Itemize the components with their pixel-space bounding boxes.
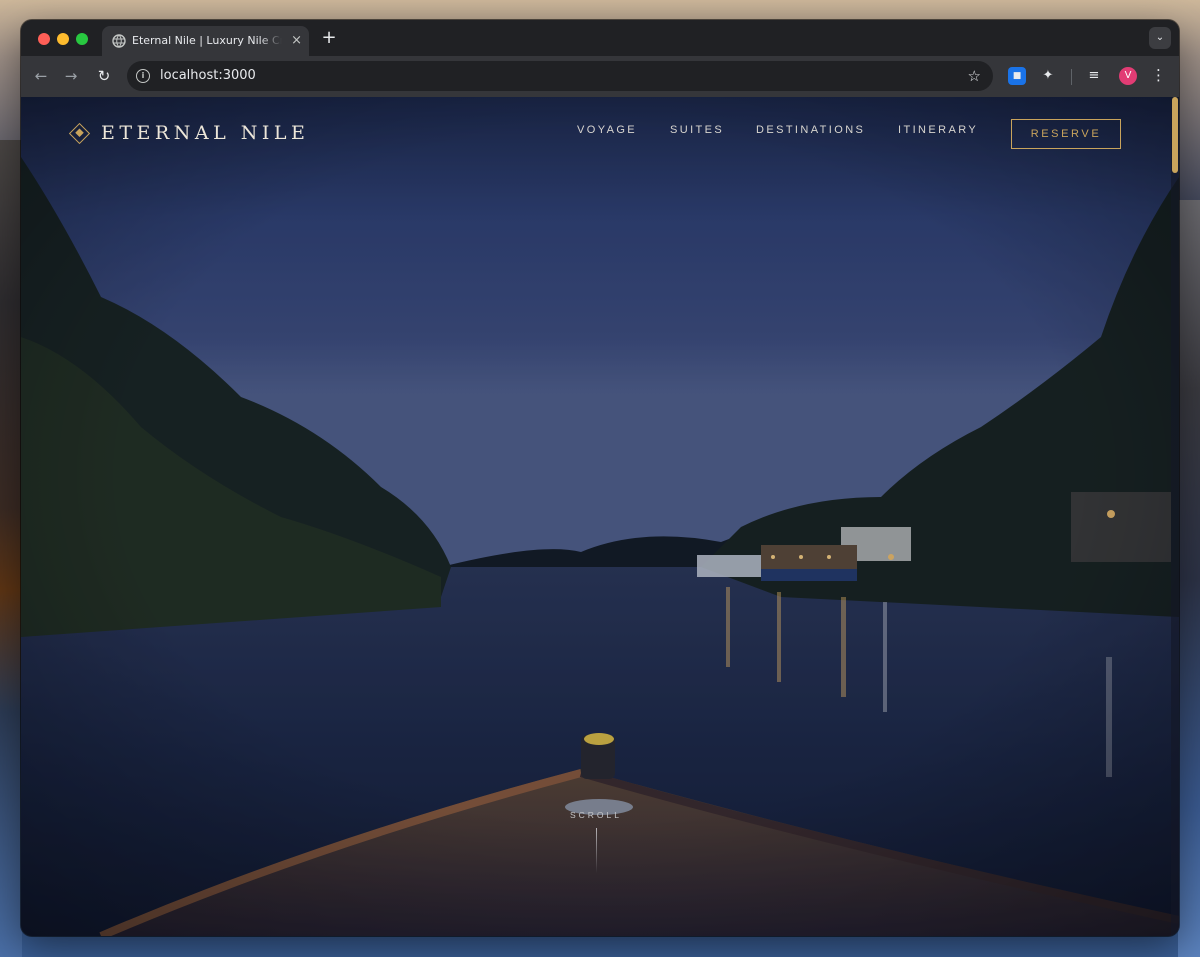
minimize-window-button[interactable] <box>57 33 69 45</box>
close-tab-icon[interactable]: × <box>291 26 302 56</box>
site-info-icon[interactable]: i <box>136 69 150 83</box>
back-arrow-icon[interactable]: ← <box>31 66 51 86</box>
nav-link-destinations[interactable]: DESTINATIONS <box>756 124 865 136</box>
media-controls-icon[interactable]: ≡ <box>1085 67 1103 85</box>
page-scrollbar[interactable] <box>1171 97 1179 936</box>
site-header: ETERNAL NILE VOYAGE SUITES DESTINATIONS … <box>21 97 1171 171</box>
close-window-button[interactable] <box>38 33 50 45</box>
extensions-puzzle-icon[interactable]: ✦ <box>1039 67 1057 85</box>
brand-wordmark: ETERNAL NILE <box>101 122 310 144</box>
desktop-background-right <box>1178 200 1200 957</box>
tab-strip: Eternal Nile | Luxury Nile Cruise × + ⌄ <box>21 20 1179 56</box>
browser-window: Eternal Nile | Luxury Nile Cruise × + ⌄ … <box>21 20 1179 936</box>
nav-link-itinerary[interactable]: ITINERARY <box>898 124 978 136</box>
new-tab-button[interactable]: + <box>318 27 340 49</box>
nav-link-voyage[interactable]: VOYAGE <box>577 124 637 136</box>
globe-icon <box>112 34 126 48</box>
profile-avatar[interactable]: V <box>1119 67 1137 85</box>
url-text[interactable]: localhost:3000 <box>160 61 256 91</box>
browser-tab-active[interactable]: Eternal Nile | Luxury Nile Cruise × <box>102 26 309 56</box>
scroll-label: SCROLL <box>569 810 622 820</box>
site-logo[interactable]: ETERNAL NILE <box>68 118 310 148</box>
maximize-window-button[interactable] <box>76 33 88 45</box>
reload-icon[interactable]: ↻ <box>94 66 114 86</box>
bookmark-star-icon[interactable]: ☆ <box>968 61 981 91</box>
toolbar-divider <box>1071 69 1072 85</box>
scroll-line <box>595 828 597 873</box>
nav-link-suites[interactable]: SUITES <box>670 124 724 136</box>
page-viewport: ETERNAL NILE VOYAGE SUITES DESTINATIONS … <box>21 97 1179 936</box>
diamond-logo-icon <box>68 122 91 144</box>
browser-menu-icon[interactable]: ⋮ <box>1151 66 1166 84</box>
browser-toolbar: ← → ↻ i localhost:3000 ☆ ■ ✦ ≡ V ⋮ <box>21 56 1179 97</box>
desktop-background-left <box>0 140 22 957</box>
address-bar[interactable]: i localhost:3000 ☆ <box>127 61 993 91</box>
tab-title: Eternal Nile | Luxury Nile Cruise <box>132 34 282 47</box>
scroll-indicator[interactable]: SCROLL <box>541 810 651 873</box>
forward-arrow-icon[interactable]: → <box>61 66 81 86</box>
scrollbar-thumb[interactable] <box>1172 97 1178 173</box>
shield-extension-icon[interactable]: ■ <box>1008 67 1026 85</box>
tab-search-button[interactable]: ⌄ <box>1149 27 1171 49</box>
reserve-button[interactable]: RESERVE <box>1011 119 1121 149</box>
